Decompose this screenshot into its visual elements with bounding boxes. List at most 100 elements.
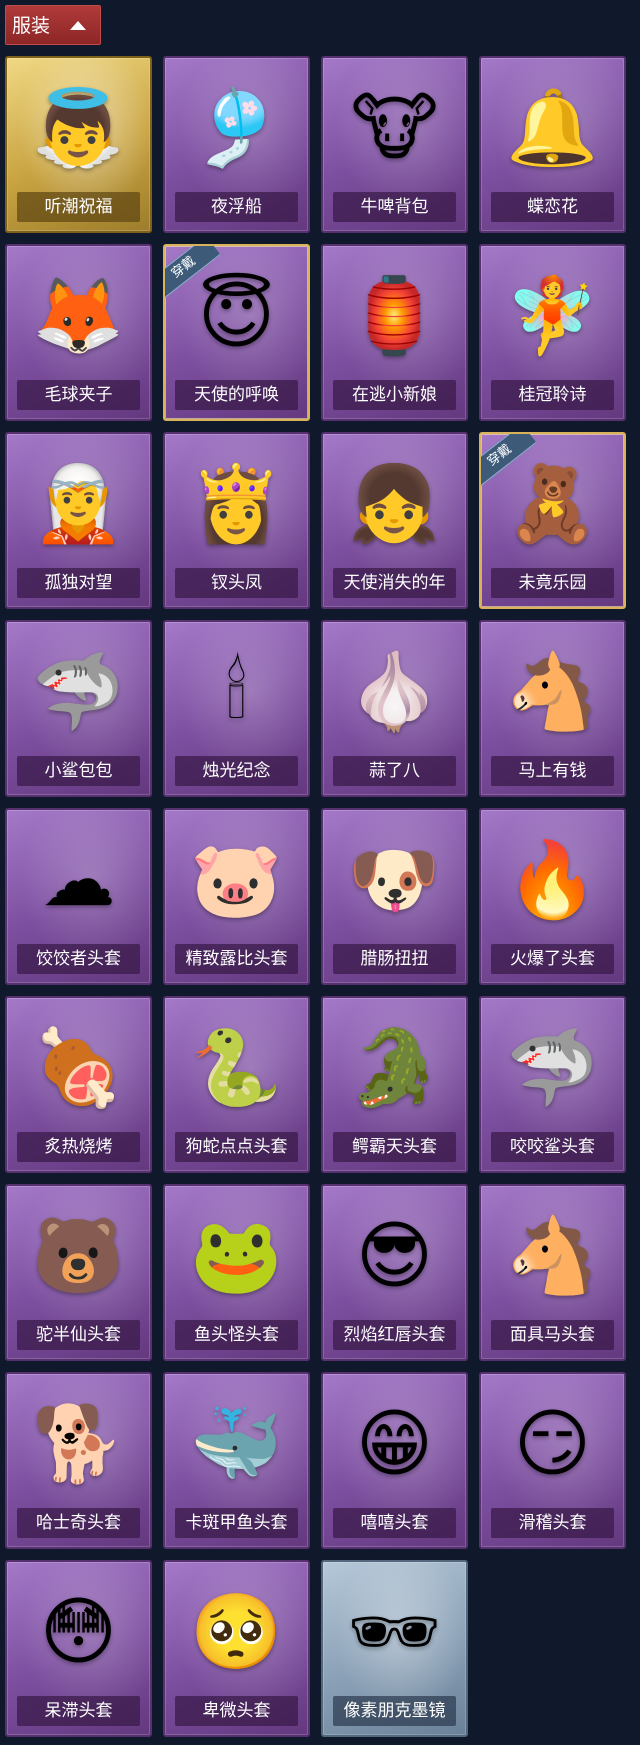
costume-name: 嘻嘻头套 bbox=[333, 1508, 456, 1538]
costume-art: 🐻 bbox=[7, 1196, 150, 1316]
costume-card[interactable]: 🐴 马上有钱 bbox=[479, 620, 626, 797]
costume-card[interactable]: 🧝 孤独对望 bbox=[5, 432, 152, 609]
costume-name: 呆滞头套 bbox=[17, 1696, 140, 1726]
costume-item-icon: 🏮 bbox=[348, 273, 441, 359]
costume-card[interactable]: 🐶 腊肠扭扭 bbox=[321, 808, 468, 985]
costume-item-icon: 🧚 bbox=[506, 273, 599, 359]
costume-art: 😁 bbox=[323, 1384, 466, 1504]
costume-name: 桂冠聆诗 bbox=[491, 380, 614, 410]
costume-item-icon: 🕯 bbox=[225, 649, 248, 735]
costume-card[interactable]: 🕶 像素朋克墨镜 bbox=[321, 1560, 468, 1737]
costume-card[interactable]: 👼 听潮祝福 bbox=[5, 56, 152, 233]
costume-name: 夜浮船 bbox=[175, 192, 298, 222]
costume-card[interactable]: 🐍 狗蛇点点头套 bbox=[163, 996, 310, 1173]
costume-name: 腊肠扭扭 bbox=[333, 944, 456, 974]
costume-name: 未竟乐园 bbox=[491, 568, 614, 598]
costume-art: ☁ bbox=[7, 820, 150, 940]
costume-name: 滑稽头套 bbox=[491, 1508, 614, 1538]
costume-item-icon: 🦈 bbox=[32, 649, 125, 735]
costume-card[interactable]: 🐻 驼半仙头套 bbox=[5, 1184, 152, 1361]
costume-name: 咬咬鲨头套 bbox=[491, 1132, 614, 1162]
costume-art: 👧 bbox=[323, 444, 466, 564]
costume-card[interactable]: 😳 呆滞头套 bbox=[5, 1560, 152, 1737]
costume-card[interactable]: 😎 烈焰红唇头套 bbox=[321, 1184, 468, 1361]
costume-item-icon: 😏 bbox=[513, 1401, 592, 1487]
costume-item-icon: 🎐 bbox=[190, 85, 283, 171]
costume-name: 饺饺者头套 bbox=[17, 944, 140, 974]
costume-name: 天使的呼唤 bbox=[175, 380, 298, 410]
costume-art: 😏 bbox=[481, 1384, 624, 1504]
costume-art: 🏮 bbox=[323, 256, 466, 376]
costume-card[interactable]: 👧 天使消失的年 bbox=[321, 432, 468, 609]
costume-art: 🧝 bbox=[7, 444, 150, 564]
costume-card[interactable]: 🥺 卑微头套 bbox=[163, 1560, 310, 1737]
costume-card[interactable]: 穿戴 😇 天使的呼唤 bbox=[163, 244, 310, 421]
costume-card[interactable]: 🐳 卡斑甲鱼头套 bbox=[163, 1372, 310, 1549]
costume-card[interactable]: 🔥 火爆了头套 bbox=[479, 808, 626, 985]
costume-card[interactable]: 🐴 面具马头套 bbox=[479, 1184, 626, 1361]
costume-art: 🐶 bbox=[323, 820, 466, 940]
costume-card[interactable]: 🍖 炙热烧烤 bbox=[5, 996, 152, 1173]
costume-card[interactable]: 😁 嘻嘻头套 bbox=[321, 1372, 468, 1549]
costume-name: 卑微头套 bbox=[175, 1696, 298, 1726]
costume-art: 🦈 bbox=[7, 632, 150, 752]
costume-card[interactable]: 🐸 鱼头怪头套 bbox=[163, 1184, 310, 1361]
costume-item-icon: 🦈 bbox=[506, 1025, 599, 1111]
costume-card[interactable]: ☁ 饺饺者头套 bbox=[5, 808, 152, 985]
costume-card[interactable]: 🐕 哈士奇头套 bbox=[5, 1372, 152, 1549]
costume-name: 天使消失的年 bbox=[333, 568, 456, 598]
costume-art: 🔔 bbox=[481, 68, 624, 188]
costume-item-icon: 🦊 bbox=[32, 273, 125, 359]
costume-card[interactable]: 🦈 小鲨包包 bbox=[5, 620, 152, 797]
costume-art: 🦊 bbox=[7, 256, 150, 376]
costume-card[interactable]: 🦊 毛球夹子 bbox=[5, 244, 152, 421]
costume-art: 🐷 bbox=[165, 820, 308, 940]
costume-card[interactable]: 🐮 牛啤背包 bbox=[321, 56, 468, 233]
costume-name: 蒜了八 bbox=[333, 756, 456, 786]
costume-name: 烈焰红唇头套 bbox=[333, 1320, 456, 1350]
costume-name: 卡斑甲鱼头套 bbox=[175, 1508, 298, 1538]
costume-art: 👸 bbox=[165, 444, 308, 564]
costume-item-icon: 🔔 bbox=[506, 85, 599, 171]
costume-card[interactable]: 🦈 咬咬鲨头套 bbox=[479, 996, 626, 1173]
costume-card[interactable]: 🐷 精致露比头套 bbox=[163, 808, 310, 985]
costume-name: 精致露比头套 bbox=[175, 944, 298, 974]
costume-item-icon: 🐳 bbox=[190, 1401, 283, 1487]
costume-item-icon: 🐴 bbox=[506, 1213, 599, 1299]
costume-art: 😎 bbox=[323, 1196, 466, 1316]
costume-card[interactable]: 🔔 蝶恋花 bbox=[479, 56, 626, 233]
costume-card[interactable]: 穿戴 🧸 未竟乐园 bbox=[479, 432, 626, 609]
costume-name: 毛球夹子 bbox=[17, 380, 140, 410]
costume-item-icon: ☁ bbox=[41, 837, 116, 923]
costume-name: 炙热烧烤 bbox=[17, 1132, 140, 1162]
section-title: 服装 bbox=[12, 15, 51, 37]
costume-name: 像素朋克墨镜 bbox=[333, 1696, 456, 1726]
costume-card[interactable]: 🧚 桂冠聆诗 bbox=[479, 244, 626, 421]
costume-item-icon: 🐊 bbox=[348, 1025, 441, 1111]
costume-item-icon: 😎 bbox=[355, 1213, 434, 1299]
costume-card[interactable]: 😏 滑稽头套 bbox=[479, 1372, 626, 1549]
costume-name: 牛啤背包 bbox=[333, 192, 456, 222]
costume-name: 哈士奇头套 bbox=[17, 1508, 140, 1538]
costume-item-icon: 🐴 bbox=[506, 649, 599, 735]
costume-name: 驼半仙头套 bbox=[17, 1320, 140, 1350]
costume-name: 鳄霸天头套 bbox=[333, 1132, 456, 1162]
costume-card[interactable]: 👸 钗头凤 bbox=[163, 432, 310, 609]
costume-art: 🔥 bbox=[481, 820, 624, 940]
costume-item-icon: 🥺 bbox=[190, 1589, 283, 1675]
costume-card[interactable]: 🏮 在逃小新娘 bbox=[321, 244, 468, 421]
costume-item-icon: 🔥 bbox=[506, 837, 599, 923]
costume-card[interactable]: 🐊 鳄霸天头套 bbox=[321, 996, 468, 1173]
costume-item-icon: 🐸 bbox=[190, 1213, 283, 1299]
costume-card[interactable]: 🕯 烛光纪念 bbox=[163, 620, 310, 797]
costume-art: 🐍 bbox=[165, 1008, 308, 1128]
costume-card[interactable]: 🎐 夜浮船 bbox=[163, 56, 310, 233]
costume-art: 😳 bbox=[7, 1572, 150, 1692]
costume-section-toggle[interactable]: 服装 bbox=[5, 5, 101, 45]
costume-name: 听潮祝福 bbox=[17, 192, 140, 222]
costume-art: 🐴 bbox=[481, 632, 624, 752]
costume-card[interactable]: 🧄 蒜了八 bbox=[321, 620, 468, 797]
costume-name: 烛光纪念 bbox=[175, 756, 298, 786]
costume-art: 👼 bbox=[7, 68, 150, 188]
costume-item-icon: 🐶 bbox=[348, 837, 441, 923]
